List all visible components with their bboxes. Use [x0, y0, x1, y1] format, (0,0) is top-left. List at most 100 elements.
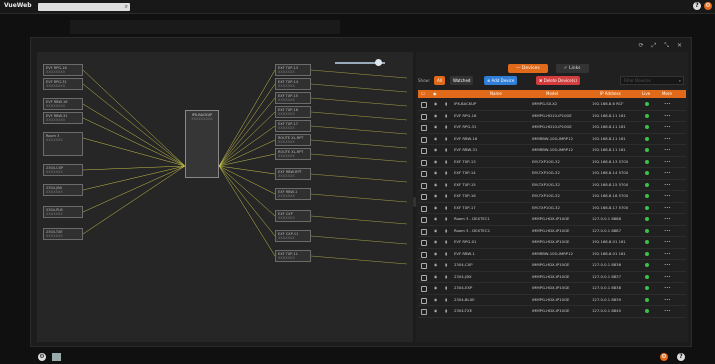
device-row[interactable]: ◉ ▮ EVF RPG-16 IMMPG-HD10-IP10GE 192.168.8.1…	[418, 111, 686, 122]
trash-icon[interactable]: ▮	[445, 214, 447, 224]
device-row[interactable]: ◉ ▮ IPX-BACKUP IMMPG-SX-X2 192.168.8.6 RCF ••…	[418, 99, 686, 111]
filter-devices-input[interactable]: Filter Devices ⌕	[620, 76, 684, 85]
add-device-button[interactable]: ⊕ Add Device	[484, 76, 518, 85]
graph-node-left[interactable]: 2304-PLB XXXXXXX	[43, 206, 83, 218]
tab-devices[interactable]: — Devices	[508, 64, 548, 73]
trash-icon[interactable]: ▮	[445, 134, 447, 144]
eye-icon[interactable]: ◉	[434, 157, 437, 167]
trash-icon[interactable]: ▮	[445, 283, 447, 293]
graph-node-left[interactable]: 2304-CXP XXXXXXX	[43, 164, 83, 176]
topology-graph[interactable]: IPX-BACKUP XXXXXXXXX EVF RPG-16 XXXXXXXX E…	[37, 52, 421, 342]
more-options-icon[interactable]: •••	[664, 168, 671, 178]
graph-node-right[interactable]: EXF CXP-11 XXXXXXX	[275, 230, 311, 242]
settings-gear-icon[interactable]: ⚙	[660, 353, 668, 361]
window-controls[interactable]: ⟳ ⤢ ⤡ ✕	[639, 42, 685, 50]
device-row[interactable]: ◉ ▮ Room 3 - DEXTEC1 IMMPG-HDX-IP10GE 127.0.…	[418, 214, 686, 226]
eye-icon[interactable]: ◉	[434, 214, 437, 224]
more-options-icon[interactable]: •••	[664, 295, 671, 305]
more-options-icon[interactable]: •••	[664, 283, 671, 293]
eye-icon[interactable]: ◉	[434, 295, 437, 305]
eye-icon[interactable]: ◉	[434, 237, 437, 247]
trash-icon[interactable]: ▮	[445, 99, 447, 109]
graph-node-left[interactable]: EVF RPG-16 XXXXXXXX	[43, 64, 83, 76]
trash-icon[interactable]: ▮	[445, 306, 447, 316]
trash-icon[interactable]: ▮	[445, 272, 447, 282]
device-row[interactable]: ◉ ▮ 2304-JBX IMMPG-HDX-IP10GE 127.0.0.1 8837…	[418, 272, 686, 283]
trash-icon[interactable]: ▮	[445, 249, 447, 259]
device-row[interactable]: ◉ ▮ EXF TXP-16 EM-TXP10G-32 192.168.8.16 570…	[418, 191, 686, 203]
device-row[interactable]: ◉ ▮ Room 3 - DEXTEC2 IMMPG-HDX-IP10GE 127.0.…	[418, 226, 686, 237]
eye-icon[interactable]: ◉	[434, 272, 437, 282]
graph-node-right[interactable]: EXF TXP-11 XXXXXXX	[275, 250, 311, 262]
graph-node-right[interactable]: ROUTE XL-RPT XXXXXXX	[275, 134, 311, 146]
device-row[interactable]: ◉ ▮ EVF RBW-31 IMMRBW-10G-IMRP12 192.168.8.1…	[418, 145, 686, 157]
device-row[interactable]: ◉ ▮ 2304-TXE IMMPG-HDX-IP10GE 127.0.0.1 8840…	[418, 306, 686, 318]
more-options-icon[interactable]: •••	[664, 272, 671, 282]
device-row[interactable]: ◉ ▮ 2304-EXP IMMPG-HDX-IP10GE 127.0.0.1 8838…	[418, 283, 686, 295]
more-options-icon[interactable]: •••	[664, 260, 671, 270]
device-row[interactable]: ◉ ▮ EVF RPG-01 IMMPG-HDX-IP10GE 192.168.8.01…	[418, 237, 686, 249]
col-more[interactable]: More	[662, 90, 672, 98]
row-checkbox[interactable]	[421, 274, 427, 281]
trash-icon[interactable]: ▮	[445, 237, 447, 247]
row-checkbox[interactable]	[421, 286, 427, 292]
graph-node-left[interactable]: 2304-TXE XXXXXXX	[43, 228, 83, 240]
more-options-icon[interactable]: •••	[664, 157, 671, 167]
row-checkbox[interactable]	[421, 159, 427, 166]
more-options-icon[interactable]: •••	[664, 191, 671, 201]
trash-icon[interactable]: ▮	[445, 260, 447, 270]
trash-icon[interactable]: ▮	[445, 168, 447, 178]
row-checkbox[interactable]	[421, 113, 427, 120]
graph-node-right[interactable]: EXF TXP-15 XXXXXXX	[275, 92, 311, 104]
eye-icon[interactable]: ◉	[434, 134, 437, 144]
device-row[interactable]: ◉ ▮ 2304-CXP IMMPG-HDX-IP10GE 127.0.0.1 8836…	[418, 260, 686, 272]
graph-node-left[interactable]: EVF RPG-31 XXXXXXXX	[43, 78, 83, 90]
row-checkbox[interactable]	[421, 309, 427, 315]
eye-icon[interactable]: ◉	[434, 168, 437, 178]
graph-node-left[interactable]: Room 3 XXXXXXX	[43, 132, 83, 156]
settings-gear-icon[interactable]: ⚙	[38, 353, 46, 361]
device-row[interactable]: ◉ ▮ EXF TXP-17 EM-TXP10G-32 192.168.8.17 570…	[418, 203, 686, 214]
eye-icon[interactable]: ◉	[434, 145, 437, 155]
row-checkbox[interactable]	[421, 194, 427, 200]
eye-icon[interactable]: ◉	[434, 283, 437, 293]
row-checkbox[interactable]	[421, 148, 427, 154]
eye-icon[interactable]: ◉	[434, 180, 437, 190]
row-checkbox[interactable]	[421, 182, 427, 189]
more-options-icon[interactable]: •••	[664, 99, 671, 109]
more-options-icon[interactable]: •••	[664, 111, 671, 121]
eye-icon[interactable]: ◉	[434, 99, 437, 109]
search-icon[interactable]: ⌕	[125, 3, 128, 11]
device-row[interactable]: ◉ ▮ EVF RPG-31 IMMPG-HD10-IP10GE 192.168.8.1…	[418, 122, 686, 134]
col-model[interactable]: Model	[546, 90, 558, 98]
row-checkbox[interactable]	[421, 102, 427, 108]
col-name[interactable]: Name	[490, 90, 502, 98]
graph-node-right[interactable]: EXF TXP-14 XXXXXXX	[275, 78, 311, 90]
row-checkbox[interactable]	[421, 263, 427, 269]
more-options-icon[interactable]: •••	[664, 145, 671, 155]
row-checkbox[interactable]	[421, 205, 427, 212]
trash-icon[interactable]: ▮	[445, 295, 447, 305]
trash-icon[interactable]: ▮	[445, 226, 447, 236]
eye-icon[interactable]: ◉	[434, 111, 437, 121]
watch-column-icon[interactable]: ◉	[433, 90, 437, 98]
col-live[interactable]: Live	[642, 90, 650, 98]
graph-node-right[interactable]: EXF TXP-13 XXXXXXX	[275, 64, 311, 76]
trash-icon[interactable]: ▮	[445, 111, 447, 121]
more-options-icon[interactable]: •••	[664, 226, 671, 236]
trash-icon[interactable]: ▮	[445, 180, 447, 190]
graph-node-right[interactable]: EXF TXP-17 XXXXXXX	[275, 120, 311, 132]
eye-icon[interactable]: ◉	[434, 260, 437, 270]
row-checkbox[interactable]	[421, 125, 427, 131]
row-checkbox[interactable]	[421, 217, 427, 223]
select-all-checkbox[interactable]: ☐	[421, 90, 425, 98]
more-options-icon[interactable]: •••	[664, 306, 671, 316]
graph-node-left[interactable]: EVF RBW-16 XXXXXXXX	[43, 98, 83, 110]
help-icon[interactable]: ?	[677, 353, 685, 361]
device-row[interactable]: ◉ ▮ EVF RBW-1 IMMRBW-10G-IMRP12 192.168.8.01…	[418, 249, 686, 260]
trash-icon[interactable]: ▮	[445, 157, 447, 167]
more-options-icon[interactable]: •••	[664, 180, 671, 190]
eye-icon[interactable]: ◉	[434, 203, 437, 213]
graph-node-right[interactable]: EXF RBW-1 XXXXXXX	[275, 188, 311, 200]
device-row[interactable]: ◉ ▮ EXF TXP-15 EM-TXP10G-32 192.168.8.15 570…	[418, 180, 686, 191]
